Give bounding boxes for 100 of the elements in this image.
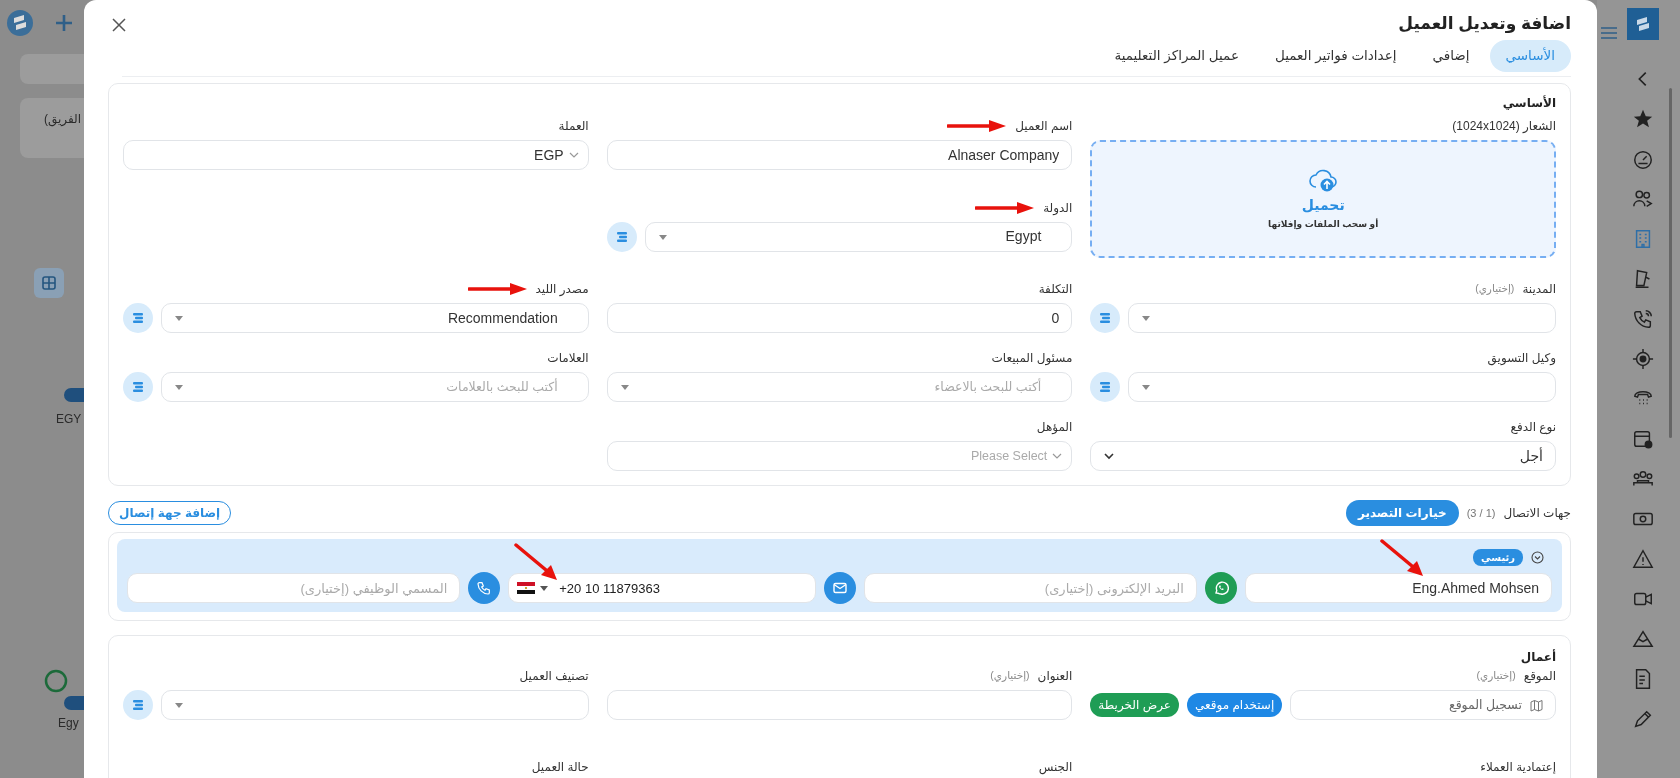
select-field[interactable] [161,690,589,721]
field-label: العملة [558,118,589,136]
optional-hint: (إختياري) [1476,668,1516,684]
contact-count: (1 / 3) [1466,506,1496,521]
caret-icon [657,232,668,241]
list-button[interactable] [123,372,153,403]
field-label: الجنس [1038,759,1073,777]
list-button[interactable] [1090,372,1121,403]
email-field[interactable]: البريد الإلكترونى (إختيارى) [863,573,1197,604]
optional-hint: (إختياري) [990,668,1030,684]
caret-icon [619,383,630,392]
phone-icon[interactable] [1632,308,1654,330]
list-button[interactable] [123,690,153,721]
list-icon [131,380,145,395]
pen-icon[interactable] [1632,708,1654,730]
upload-hint: أو سحب الملفات وإفلاتها [1268,218,1379,232]
more-badge[interactable] [64,696,84,710]
select-field[interactable]: Recommendation [161,303,589,334]
list-button[interactable] [1090,303,1121,334]
scrollbar[interactable] [1669,88,1672,438]
collapse-icon[interactable] [1531,551,1544,565]
field-label: العنوان [1037,668,1073,686]
target-icon[interactable] [1632,348,1654,370]
field-label: العلامات [547,350,589,368]
caret-icon [174,314,184,323]
tab[interactable]: إعدادات فواتير العميل [1258,40,1413,73]
caret-icon [1141,314,1152,323]
background-text: Egy [58,715,80,732]
warning-icon[interactable] [1632,548,1654,570]
close-icon [112,17,126,32]
list-icon [131,311,145,326]
list-button[interactable] [606,221,637,252]
list-icon [1098,380,1113,395]
field-label: وكيل التسويق [1487,350,1556,368]
section-title: جهات الاتصال [1503,505,1571,523]
select-field[interactable]: EGP [123,140,589,171]
field-label: الشعار (1024x1024) [1452,118,1556,136]
dialog-title: اضافة وتعديل العميل [1398,13,1571,36]
field-label: نوع الدفع [1510,419,1556,437]
field-label: التكلفة [1038,281,1073,299]
select-field[interactable]: أجل [1090,441,1556,472]
phone-field[interactable]: +20 10 11879363 [508,573,816,604]
more-badge[interactable] [64,388,84,402]
field-label: حالة العميل [531,759,589,777]
list-button[interactable] [123,303,153,334]
background-text: (الفريق [44,112,82,126]
grid-view-button[interactable] [34,268,64,298]
select-field[interactable] [1128,372,1556,403]
phone-icon [476,580,493,597]
tab[interactable]: عميل المراكز التعليمية [1098,40,1255,73]
list-icon [131,698,145,713]
caret-icon [174,701,184,710]
tab[interactable]: إضافي [1416,40,1486,73]
star-icon[interactable] [1632,108,1654,130]
cloud-upload-icon [1308,167,1339,193]
country-code-button[interactable] [517,582,550,595]
optional-hint: (إختياري) [1475,281,1515,297]
gauge-icon[interactable] [1632,148,1654,170]
list-icon [614,229,629,244]
phone-number-input[interactable]: +20 10 11879363 [557,577,807,599]
call-button[interactable] [468,572,501,605]
text-field[interactable]: 0 [606,303,1073,334]
text-field[interactable] [606,690,1073,721]
location-field[interactable]: تسجيل الموقع [1290,690,1556,721]
field-label: إعتمادية العملاء [1480,759,1556,777]
name-field[interactable]: Eng.Ahmed Mohsen [1244,573,1552,604]
map-icon [1530,698,1543,712]
caret-icon [174,383,184,392]
background-text: EGY [56,411,83,428]
email-button[interactable] [823,572,856,605]
list-icon [1098,311,1113,326]
field-label: اسم العميل [1015,118,1073,136]
select-field[interactable]: Egypt [644,221,1073,252]
field-label: الدولة [1043,199,1073,217]
menu-icon [1601,26,1617,39]
primary-badge: رئيسي [1473,549,1523,567]
field-label: الموقع [1523,668,1556,686]
status-ring-icon [43,668,69,694]
grid-icon [42,276,56,290]
whatsapp-button[interactable] [1204,572,1237,605]
caret-icon [539,584,550,593]
section-title: الأساسي [1501,94,1556,113]
upload-label: تحميل [1301,196,1345,215]
job-title-field[interactable]: المسمي الوظيفي (إختيارى) [127,573,461,604]
text-field[interactable]: Alnaser Company [606,140,1073,171]
mountain-icon[interactable] [1632,628,1654,650]
location-button[interactable]: إستخدام موقعي [1186,693,1283,718]
field-label: مسئول المبيعات [991,350,1073,368]
calendar-icon[interactable] [1632,428,1654,450]
select-field[interactable] [1128,303,1556,334]
logo-icon [6,8,34,38]
field-label: المدينة [1522,281,1556,299]
field-label: تصنيف العميل [519,668,589,686]
upload-dropzone[interactable]: تحميل أو سحب الملفات وإفلاتها [1090,140,1556,259]
users-icon[interactable] [1632,188,1654,210]
section-title: أعمال [1519,648,1556,667]
logo-icon [1634,15,1652,33]
add-icon[interactable] [54,13,74,33]
field-label: مصدر الليد [535,281,589,299]
field-label: المؤهل [1036,419,1073,437]
